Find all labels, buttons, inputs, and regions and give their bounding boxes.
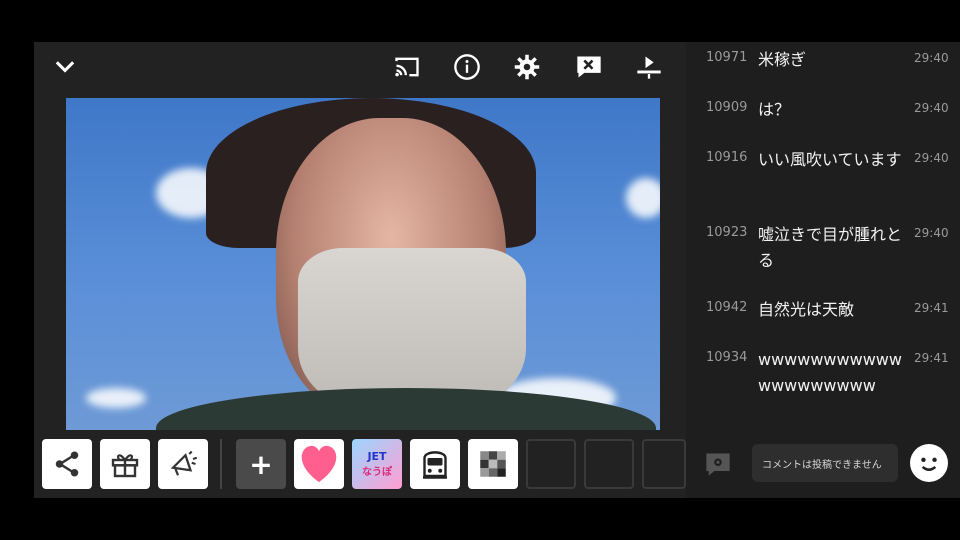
comment-input-row: コメントは投稿できません xyxy=(686,440,960,490)
comment-text: 自然光は天敵 xyxy=(758,300,855,319)
gift-button[interactable] xyxy=(100,439,150,489)
item-toolbar: + JET なうぽ xyxy=(34,436,686,498)
jet-item-sub: なうぽ xyxy=(362,467,392,478)
comment-time: 29:40 xyxy=(914,51,949,65)
comment-time: 29:41 xyxy=(914,351,949,365)
cast-icon[interactable] xyxy=(392,52,422,82)
heart-item[interactable] xyxy=(294,439,344,489)
plus-icon: + xyxy=(249,447,273,481)
info-icon[interactable] xyxy=(452,52,482,82)
megaphone-icon xyxy=(170,450,198,476)
chevron-down-icon[interactable] xyxy=(50,52,80,82)
share-icon xyxy=(55,451,79,477)
add-item-button[interactable]: + xyxy=(236,439,286,489)
live-video[interactable] xyxy=(66,98,660,430)
comment-text: wwwwwwwwwwwwwwwwwwww xyxy=(758,350,902,395)
comment-number: 10916 xyxy=(706,150,748,165)
comment-text: いい風吹いています xyxy=(758,150,902,169)
comment-number: 10934 xyxy=(706,350,748,365)
comment-time: 29:40 xyxy=(914,151,949,165)
comment-text: 米稼ぎ xyxy=(758,50,807,69)
comment-time: 29:40 xyxy=(914,101,949,115)
comment-number: 10942 xyxy=(706,300,748,315)
jet-item-label: JET xyxy=(367,450,387,463)
empty-item-slot[interactable] xyxy=(642,439,686,489)
mosaic-item[interactable] xyxy=(468,439,518,489)
comment-number: 10909 xyxy=(706,100,748,115)
comment-number: 10971 xyxy=(706,50,748,65)
train-icon xyxy=(423,451,447,479)
toolbar-separator xyxy=(220,439,222,489)
share-button[interactable] xyxy=(42,439,92,489)
player-area: + JET なうぽ xyxy=(34,42,686,498)
train-item[interactable] xyxy=(410,439,460,489)
jet-item[interactable]: JET なうぽ xyxy=(352,439,402,489)
player-toolbar xyxy=(34,42,686,94)
download-icon[interactable] xyxy=(634,52,664,82)
comment-time: 29:41 xyxy=(914,301,949,315)
comment-panel: 10971 米稼ぎ 29:40 10909 は？ 29:40 10916 いい風… xyxy=(686,42,960,498)
mosaic-icon xyxy=(480,451,506,477)
app-window: + JET なうぽ 10971 米稼ぎ 29:40 10909 は？ 29:40… xyxy=(34,42,960,498)
empty-item-slot[interactable] xyxy=(584,439,634,489)
cloud xyxy=(86,388,146,408)
announce-button[interactable] xyxy=(158,439,208,489)
comment-text: 嘘泣きで目が腫れとる xyxy=(758,225,903,270)
comment-settings-icon[interactable] xyxy=(704,450,732,478)
heart-icon xyxy=(301,445,337,483)
cloud xyxy=(626,178,660,218)
settings-icon[interactable] xyxy=(512,52,542,82)
comment-time: 29:40 xyxy=(914,226,949,240)
face-avatar-icon[interactable] xyxy=(910,444,948,482)
empty-item-slot[interactable] xyxy=(526,439,576,489)
comment-number: 10923 xyxy=(706,225,748,240)
close-comments-icon[interactable] xyxy=(574,52,604,82)
comment-input[interactable]: コメントは投稿できません xyxy=(752,444,898,482)
gift-icon xyxy=(111,454,139,478)
comment-text: は？ xyxy=(758,100,791,119)
